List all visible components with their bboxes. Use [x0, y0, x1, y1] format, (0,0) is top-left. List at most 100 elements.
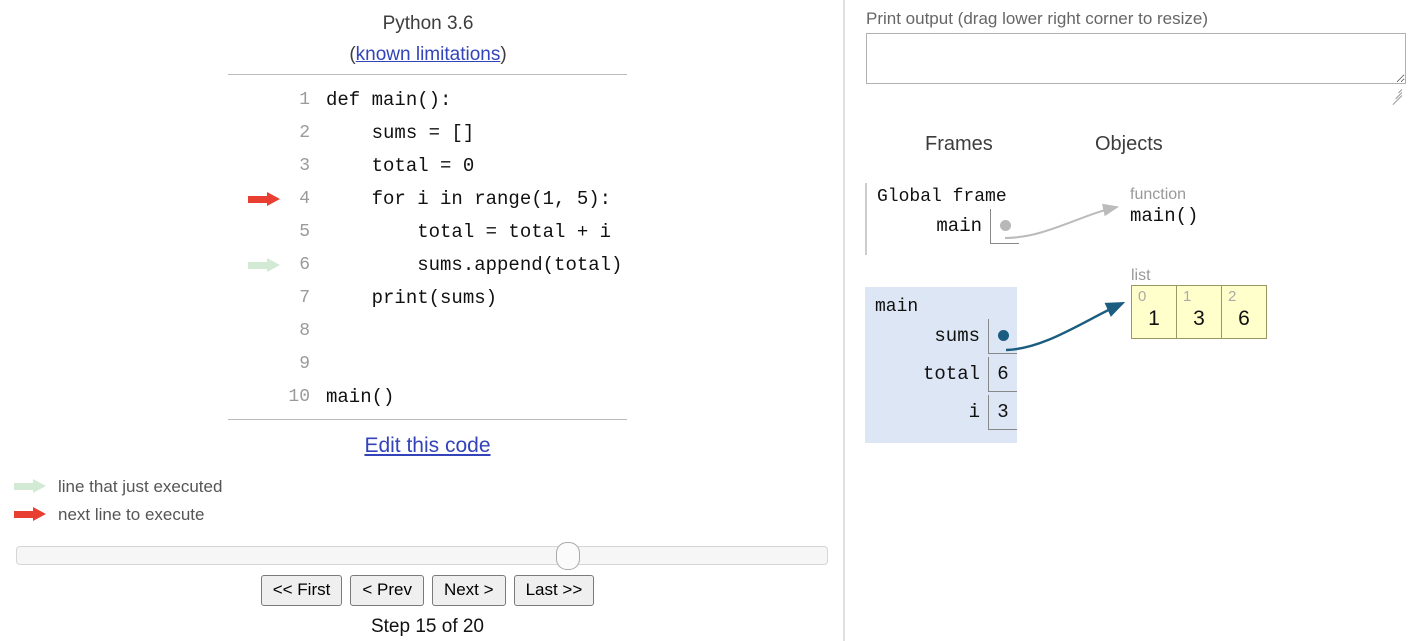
- objects-heading: Objects: [1095, 133, 1163, 155]
- last-button[interactable]: Last >>: [513, 575, 595, 607]
- print-output-label: Print output (drag lower right corner to…: [866, 9, 1209, 28]
- code-line[interactable]: 1 def main():: [228, 83, 627, 116]
- resize-handle-icon[interactable]: [1388, 84, 1403, 106]
- variable-name: total: [922, 363, 980, 385]
- pointer-dot-icon: [997, 330, 1009, 341]
- function-object-name: main(): [1130, 205, 1199, 227]
- object-type-label: function: [1130, 186, 1187, 203]
- list-cell-index: 0: [1138, 288, 1147, 305]
- known-limitations-line: (known limitations): [228, 39, 628, 70]
- line-number: 3: [299, 155, 310, 176]
- line-number: 1: [299, 89, 310, 110]
- arrow-cell: [228, 182, 284, 215]
- paren-close: ): [500, 44, 507, 65]
- legend: line that just executed next line to exe…: [14, 472, 222, 528]
- variable-name: i: [968, 401, 980, 423]
- line-code-text: print(sums): [326, 286, 498, 309]
- next-line-arrow-icon: [14, 507, 50, 521]
- line-code-text: for i in range(1, 5):: [326, 187, 612, 210]
- variable-value: [990, 208, 1019, 244]
- line-code-text: sums = []: [326, 121, 475, 144]
- code-line[interactable]: 4 for i in range(1, 5):: [228, 182, 627, 215]
- python-version-text: Python 3.6: [382, 13, 474, 34]
- line-number: 8: [299, 320, 310, 341]
- line-number: 10: [288, 386, 310, 407]
- list-object: list 0 1 1 3 2 6: [1131, 266, 1267, 339]
- print-output-textarea[interactable]: [866, 33, 1406, 84]
- legend-label: next line to execute: [58, 504, 205, 524]
- variable-value: 6: [988, 356, 1017, 392]
- variable-row: total 6: [865, 355, 1017, 393]
- line-number: 7: [299, 287, 310, 308]
- function-object: function main(): [1130, 185, 1198, 228]
- code-line[interactable]: 2 sums = []: [228, 116, 627, 149]
- line-number: 4: [299, 188, 310, 209]
- prev-button[interactable]: < Prev: [350, 575, 424, 607]
- list-cell: 2 6: [1222, 286, 1266, 338]
- executed-line-arrow-icon: [14, 479, 50, 493]
- list-pointer-arrow: [1005, 301, 1126, 352]
- code-line[interactable]: 3 total = 0: [228, 149, 627, 182]
- variable-value: 3: [988, 394, 1017, 430]
- legend-row-executed: line that just executed: [14, 472, 222, 500]
- list-cell-value: 6: [1238, 307, 1250, 330]
- list-cell: 1 3: [1177, 286, 1222, 338]
- line-number: 9: [299, 353, 310, 374]
- code-line[interactable]: 6 sums.append(total): [228, 248, 627, 281]
- visualization-panel: Print output (drag lower right corner to…: [845, 0, 1412, 641]
- line-code-text: total = 0: [326, 154, 475, 177]
- code-line[interactable]: 10 main(): [228, 380, 627, 413]
- list-cell-value: 3: [1193, 307, 1205, 330]
- step-slider-track[interactable]: [16, 546, 828, 565]
- code-line[interactable]: 5 total = total + i: [228, 215, 627, 248]
- function-pointer-arrow: [1004, 203, 1119, 239]
- line-number: 6: [299, 254, 310, 275]
- code-panel: Python 3.6 (known limitations) 1 def mai…: [0, 0, 843, 641]
- arrow-cell: [228, 380, 284, 413]
- legend-row-next: next line to execute: [14, 500, 222, 528]
- arrow-cell: [228, 149, 284, 182]
- legend-label: line that just executed: [58, 476, 223, 496]
- code-line[interactable]: 9: [228, 347, 627, 380]
- python-version-header: Python 3.6 (known limitations): [228, 8, 628, 70]
- edit-this-code-link[interactable]: Edit this code: [228, 434, 627, 458]
- variable-value: [988, 318, 1017, 354]
- next-line-arrow-icon: [248, 191, 280, 206]
- global-frame: Global frame main: [865, 183, 1019, 255]
- main-frame: main sums total 6 i 3: [865, 287, 1017, 443]
- frame-title: Global frame: [877, 187, 1007, 207]
- first-button[interactable]: << First: [260, 575, 343, 607]
- pointer-dot-icon: [999, 220, 1011, 231]
- step-counter-label: Step 15 of 20: [370, 616, 485, 637]
- navigation-buttons: << First < Prev Next > Last >>: [228, 575, 627, 607]
- list-cells: 0 1 1 3 2 6: [1131, 285, 1267, 339]
- line-code-text: sums.append(total): [326, 253, 623, 276]
- arrow-cell: [228, 281, 284, 314]
- arrow-cell: [228, 314, 284, 347]
- step-slider-handle[interactable]: [556, 542, 580, 570]
- next-button[interactable]: Next >: [431, 575, 506, 607]
- frames-heading: Frames: [925, 133, 993, 155]
- arrow-cell: [228, 215, 284, 248]
- list-cell-value: 1: [1148, 307, 1160, 330]
- line-number: 2: [299, 122, 310, 143]
- code-listing: 1 def main(): 2 sums = [] 3 total = 0 4 …: [228, 74, 627, 420]
- executed-line-arrow-icon: [248, 257, 280, 272]
- object-type-label: list: [1131, 267, 1151, 284]
- variable-row: sums: [865, 317, 1017, 355]
- line-number: 5: [299, 221, 310, 242]
- variable-name: sums: [934, 325, 980, 347]
- known-limitations-link[interactable]: known limitations: [356, 44, 501, 65]
- variable-name: main: [936, 215, 982, 237]
- arrow-cell: [228, 83, 284, 116]
- list-cell: 0 1: [1132, 286, 1177, 338]
- list-cell-index: 2: [1228, 288, 1237, 305]
- code-line[interactable]: 8: [228, 314, 627, 347]
- arrow-cell: [228, 116, 284, 149]
- arrow-cell: [228, 347, 284, 380]
- line-code-text: total = total + i: [326, 220, 612, 243]
- line-code-text: main(): [326, 385, 395, 408]
- code-line[interactable]: 7 print(sums): [228, 281, 627, 314]
- arrow-cell: [228, 248, 284, 281]
- line-code-text: def main():: [326, 88, 452, 111]
